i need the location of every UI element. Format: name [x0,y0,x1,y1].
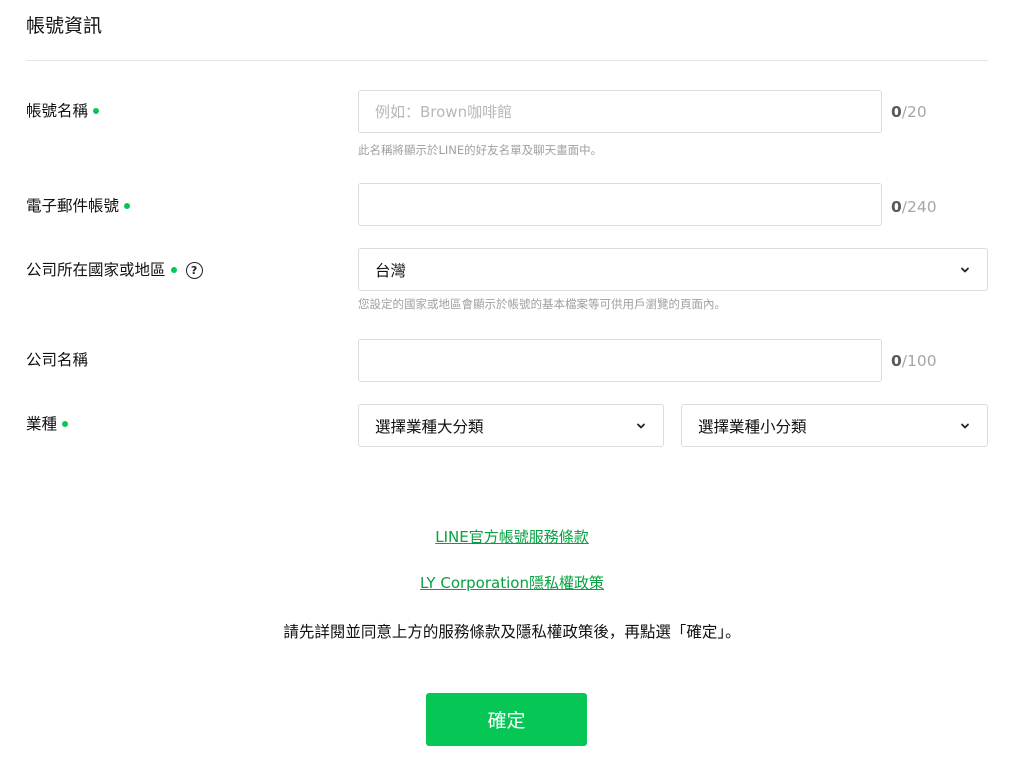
company-counter-max: /100 [901,352,937,370]
industry-label-text: 業種 [26,415,58,433]
account-name-counter: 0/20 [891,101,927,123]
email-label-text: 電子郵件帳號 [26,197,120,215]
email-counter: 0/240 [891,196,937,218]
privacy-link-wrap: LY Corporation隱私權政策 [0,572,1024,594]
chevron-down-icon [961,423,969,428]
industry-major-select[interactable]: 選擇業種大分類 [358,404,664,447]
company-field[interactable] [358,339,882,382]
terms-link-wrap: LINE官方帳號服務條款 [0,526,1024,548]
required-dot-icon [170,267,177,273]
privacy-link[interactable]: LY Corporation隱私權政策 [420,574,604,592]
industry-major-value: 選擇業種大分類 [375,417,484,436]
email-input[interactable] [359,184,881,225]
company-input[interactable] [359,340,881,381]
company-label-text: 公司名稱 [26,351,89,369]
chevron-down-icon [637,423,645,428]
account-name-counter-max: /20 [901,103,927,121]
company-label: 公司名稱 [26,349,88,371]
chevron-down-icon [961,267,969,272]
country-hint: 您設定的國家或地區會顯示於帳號的基本檔案等可供用戶瀏覽的頁面內。 [358,297,726,311]
email-counter-current: 0 [891,198,902,216]
terms-link[interactable]: LINE官方帳號服務條款 [435,528,588,546]
industry-minor-select[interactable]: 選擇業種小分類 [681,404,988,447]
industry-minor-value: 選擇業種小分類 [698,417,807,436]
company-counter-current: 0 [891,352,902,370]
company-counter: 0/100 [891,350,937,372]
account-name-hint: 此名稱將顯示於LINE的好友名單及聊天畫面中。 [358,143,603,157]
required-dot-icon [62,421,69,427]
account-name-input[interactable] [359,91,881,132]
country-label: 公司所在國家或地區 ? [26,259,203,281]
country-select[interactable]: 台灣 [358,248,988,291]
question-circle-icon[interactable]: ? [185,261,203,279]
required-dot-icon [93,108,100,114]
required-dot-icon [124,203,131,209]
section-title: 帳號資訊 [26,15,103,37]
account-name-field[interactable] [358,90,882,133]
industry-label: 業種 [26,413,69,435]
email-label: 電子郵件帳號 [26,195,131,217]
country-select-value: 台灣 [375,261,407,280]
email-counter-max: /240 [901,198,937,216]
section-divider [26,60,988,61]
confirm-button[interactable]: 確定 [426,693,587,746]
account-name-label: 帳號名稱 [26,100,100,122]
country-label-text: 公司所在國家或地區 [26,261,166,279]
email-field[interactable] [358,183,882,226]
agreement-notice: 請先詳閱並同意上方的服務條款及隱私權政策後，再點選「確定」。 [283,623,741,641]
account-name-label-text: 帳號名稱 [26,102,89,120]
account-name-counter-current: 0 [891,103,902,121]
